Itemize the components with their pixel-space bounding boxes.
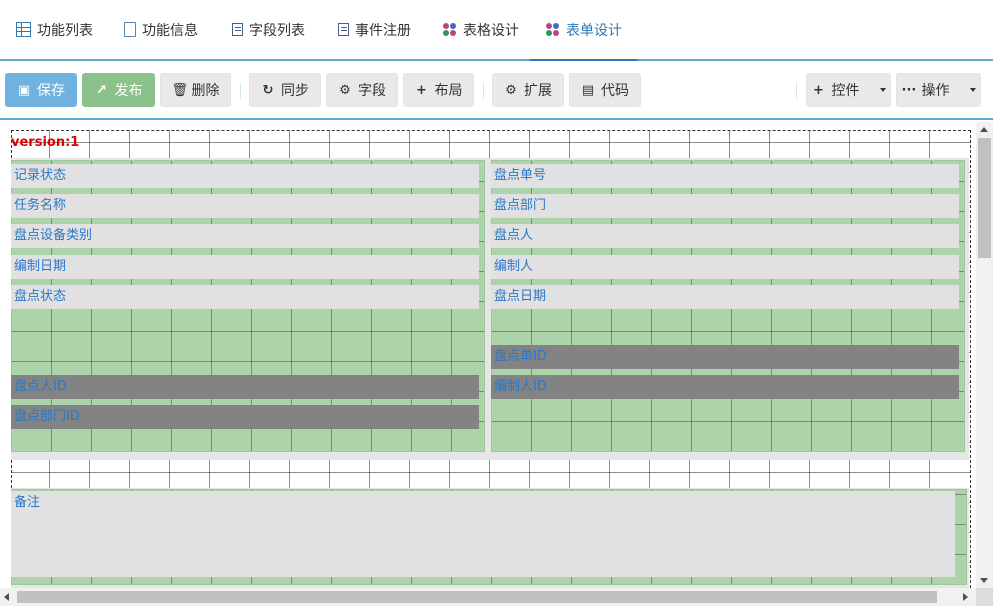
toolbar-divider <box>240 83 241 99</box>
toolbar-divider <box>796 83 797 99</box>
trash-icon: 🗑 <box>171 82 189 98</box>
tab-label: 表单设计 <box>566 22 622 39</box>
code-button[interactable]: ▤ 代码 <box>569 73 641 107</box>
field-button[interactable]: ⚙ 字段 <box>326 73 398 107</box>
save-button[interactable]: ▣ 保存 <box>5 73 77 107</box>
plus-icon: + <box>416 82 427 98</box>
save-icon: ▣ <box>17 82 31 98</box>
layout-button[interactable]: + 布局 <box>403 73 474 107</box>
sync-button[interactable]: ↻ 同步 <box>249 73 321 107</box>
code-file-icon: ▤ <box>581 82 595 98</box>
form-design-canvas[interactable]: version:1 记录状态 任务名称 盘点设备类别 编制日期 盘点状态 盘点单… <box>0 122 993 606</box>
scroll-right-icon[interactable] <box>963 593 968 601</box>
tab-form-design[interactable]: 表单设计 <box>530 0 637 61</box>
ellipsis-icon: ··· <box>901 82 917 98</box>
share-icon: ↗ <box>96 82 107 98</box>
gear-icon: ⚙ <box>339 82 351 98</box>
scroll-up-icon[interactable] <box>980 127 988 132</box>
extend-button[interactable]: ⚙ 扩展 <box>492 73 564 107</box>
tab-event-register[interactable]: 事件注册 <box>336 0 413 59</box>
scroll-thumb[interactable] <box>978 138 991 258</box>
field-check-id[interactable]: 盘点单ID <box>491 345 959 369</box>
tab-table-design[interactable]: 表格设计 <box>440 0 521 59</box>
tab-label: 事件注册 <box>355 22 411 39</box>
grid-icon <box>16 22 31 37</box>
scrollbar-corner <box>976 588 993 606</box>
list-icon <box>232 23 243 36</box>
actions-label: 操作 <box>921 83 950 99</box>
caret-down-icon <box>879 88 886 92</box>
caret-down-icon <box>969 88 976 92</box>
field-compiler-id[interactable]: 编制人ID <box>491 375 959 399</box>
field-device-category[interactable]: 盘点设备类别 <box>11 224 479 248</box>
field-record-status[interactable]: 记录状态 <box>11 164 479 188</box>
sync-label: 同步 <box>281 83 309 99</box>
field-check-date[interactable]: 盘点日期 <box>491 285 959 309</box>
scroll-thumb[interactable] <box>17 591 937 603</box>
field-task-name[interactable]: 任务名称 <box>11 194 479 218</box>
field-check-number[interactable]: 盘点单号 <box>491 164 959 188</box>
scroll-left-icon[interactable] <box>4 593 9 601</box>
field-compiler[interactable]: 编制人 <box>491 255 959 279</box>
toolbar-divider <box>483 83 484 99</box>
tab-function-list[interactable]: 功能列表 <box>14 0 95 59</box>
tab-label: 表格设计 <box>463 22 519 39</box>
actions-dropdown[interactable]: ··· 操作 <box>896 73 981 107</box>
field-compile-date[interactable]: 编制日期 <box>11 255 479 279</box>
refresh-icon: ↻ <box>262 82 274 98</box>
version-label: version:1 <box>11 135 80 150</box>
code-label: 代码 <box>601 83 629 99</box>
tab-label: 功能列表 <box>37 22 93 39</box>
tab-label: 字段列表 <box>249 22 305 39</box>
extend-label: 扩展 <box>524 83 552 99</box>
tab-field-list[interactable]: 字段列表 <box>230 0 307 59</box>
plus-icon: + <box>813 82 824 98</box>
save-label: 保存 <box>37 83 65 99</box>
horizontal-scrollbar[interactable] <box>0 588 976 606</box>
gear-icon: ⚙ <box>505 82 517 98</box>
field-check-department[interactable]: 盘点部门 <box>491 194 959 218</box>
tab-bar: 功能列表 功能信息 字段列表 事件注册 表格设计 表单设计 <box>0 0 993 61</box>
delete-label: 删除 <box>191 83 220 99</box>
field-checker[interactable]: 盘点人 <box>491 224 959 248</box>
layout-label: 布局 <box>434 83 463 99</box>
vertical-scrollbar[interactable] <box>976 122 993 588</box>
file-icon <box>124 22 136 37</box>
publish-label: 发布 <box>114 83 143 99</box>
field-remark[interactable]: 备注 <box>11 491 955 577</box>
delete-button[interactable]: 🗑 删除 <box>160 73 231 107</box>
field-label: 字段 <box>358 83 386 99</box>
scroll-down-icon[interactable] <box>980 578 988 583</box>
controls-label: 控件 <box>831 83 860 99</box>
dots-icon <box>442 22 457 37</box>
tab-function-info[interactable]: 功能信息 <box>122 0 200 59</box>
dots-icon <box>545 22 560 37</box>
field-check-status[interactable]: 盘点状态 <box>11 285 479 309</box>
field-checker-id[interactable]: 盘点人ID <box>11 375 479 399</box>
tab-label: 功能信息 <box>142 22 198 39</box>
field-department-id[interactable]: 盘点部门ID <box>11 405 479 429</box>
publish-button[interactable]: ↗ 发布 <box>82 73 155 107</box>
list-icon <box>338 23 349 36</box>
toolbar: ▣ 保存 ↗ 发布 🗑 删除 ↻ 同步 ⚙ 字段 + 布局 ⚙ 扩展 ▤ 代码 … <box>0 62 993 120</box>
controls-dropdown[interactable]: + 控件 <box>806 73 891 107</box>
